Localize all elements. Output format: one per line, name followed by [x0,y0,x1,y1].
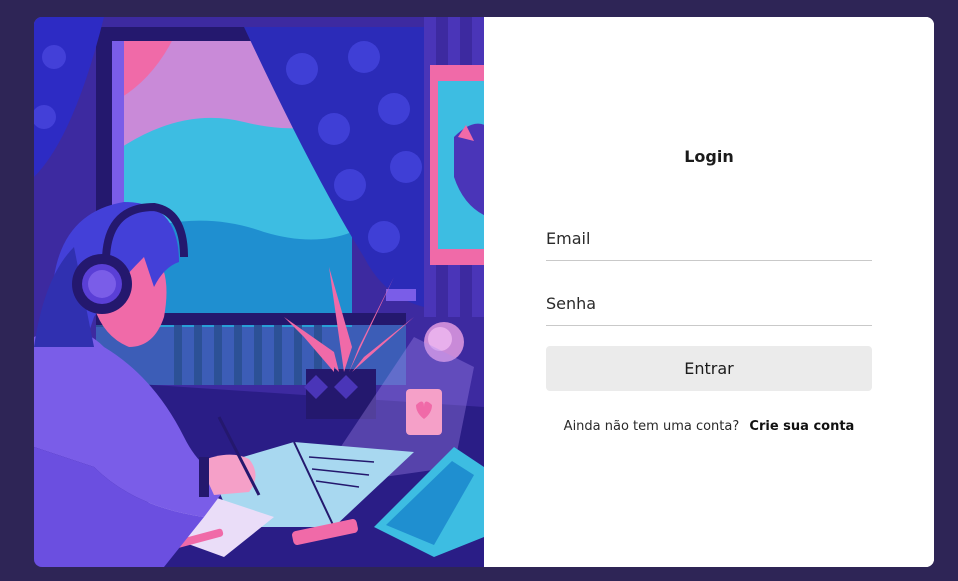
login-title: Login [684,147,734,166]
signup-row: Ainda não tem uma conta? Crie sua conta [484,419,934,434]
signup-link[interactable]: Crie sua conta [749,419,854,434]
password-field[interactable] [546,282,872,326]
login-submit-button[interactable]: Entrar [546,346,872,391]
login-form: Login Entrar Ainda não tem uma conta? Cr… [484,17,934,567]
illustration-svg [34,17,484,567]
email-field[interactable] [546,217,872,261]
login-card: Login Entrar Ainda não tem uma conta? Cr… [34,17,934,567]
hero-illustration [34,17,484,567]
signup-prompt: Ainda não tem uma conta? [563,419,740,434]
